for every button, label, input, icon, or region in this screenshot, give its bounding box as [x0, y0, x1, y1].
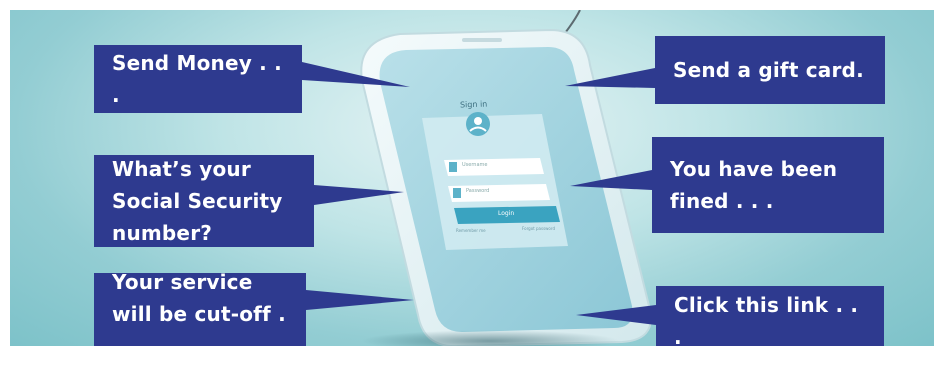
callout-send-money: Send Money . . .	[94, 45, 302, 113]
callout-service-cutoff: Your service will be cut-off . . .	[94, 270, 306, 346]
callout-click-link: Click this link . . .	[656, 286, 884, 346]
callout-text: Send Money . . .	[112, 51, 282, 107]
callout-text: Click this link . . .	[674, 293, 859, 346]
phishing-illustration: Sign in Username Password Login Remember…	[10, 10, 934, 346]
callout-gift-card: Send a gift card.	[655, 36, 885, 104]
callout-social-security: What’s your Social Security number?	[94, 155, 314, 247]
callout-text: Send a gift card.	[673, 58, 864, 82]
callout-fined: You have been fined . . .	[652, 137, 884, 233]
callout-text: Your service will be cut-off . . .	[112, 270, 286, 346]
callout-text: You have been fined . . .	[670, 157, 838, 213]
callout-text: What’s your Social Security number?	[112, 157, 283, 245]
